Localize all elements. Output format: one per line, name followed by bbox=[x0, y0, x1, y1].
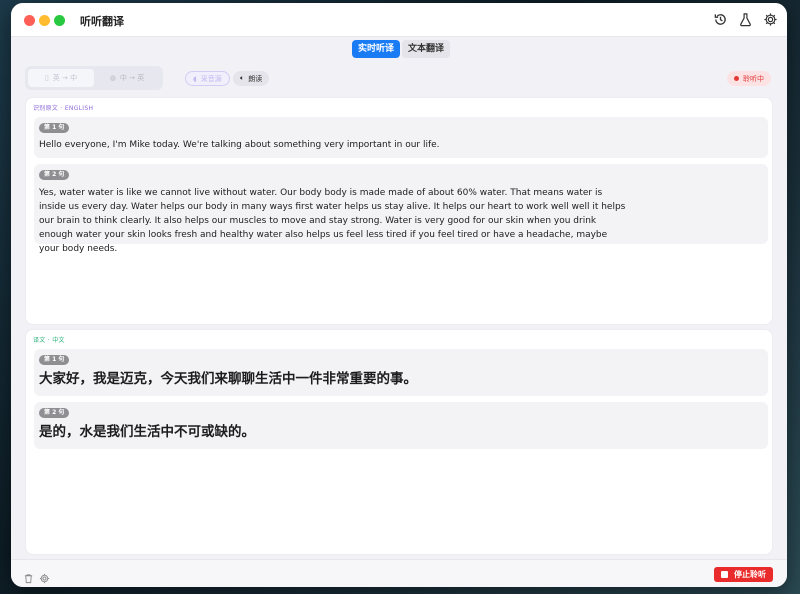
listening-status-badge: 聆听中 bbox=[727, 71, 771, 86]
lang-option-en-zh[interactable]: ▯ 英 → 中 bbox=[28, 69, 94, 87]
sentence-badge: 第 1 句 bbox=[39, 123, 70, 133]
minimize-window-button[interactable] bbox=[39, 15, 50, 26]
capture-source-button[interactable]: ◖ 采音源 bbox=[185, 71, 230, 86]
close-window-button[interactable] bbox=[24, 15, 35, 26]
lang-option-zh-en[interactable]: ◍ 中 → 英 bbox=[94, 69, 160, 87]
recording-dot-icon bbox=[734, 76, 739, 81]
source-sentence: 第 2 句 Yes, water water is like we cannot… bbox=[34, 164, 768, 254]
mode-tabs: 实时听译 文本翻译 bbox=[352, 40, 451, 58]
mic-icon: ◖ bbox=[193, 74, 197, 83]
zoom-window-button[interactable] bbox=[54, 15, 65, 26]
language-direction-toggle: ▯ 英 → 中 ◍ 中 → 英 bbox=[25, 66, 163, 90]
translation-sentence-text: 是的，水是我们生活中不可或缺的。 bbox=[39, 424, 255, 440]
control-bar: ▯ 英 → 中 ◍ 中 → 英 ◖ 采音源 🔈︎ 朗读 聆听中 bbox=[25, 66, 787, 94]
read-aloud-button[interactable]: 🔈︎ 朗读 bbox=[233, 71, 270, 86]
stop-icon bbox=[721, 571, 728, 578]
bottom-bar: 停止聆听 bbox=[11, 559, 787, 587]
title-bar: 听听翻译 bbox=[11, 3, 787, 37]
translation-sentence: 第 2 句 是的，水是我们生活中不可或缺的。 bbox=[34, 402, 768, 449]
app-title: 听听翻译 bbox=[80, 15, 124, 28]
source-panel-label: 识别原文 · ENGLISH bbox=[33, 105, 94, 112]
tab-realtime[interactable]: 实时听译 bbox=[352, 40, 401, 58]
settings-icon[interactable] bbox=[39, 569, 50, 584]
sentence-badge: 第 1 句 bbox=[39, 355, 70, 365]
flask-icon[interactable] bbox=[737, 11, 754, 28]
speaker-icon: 🔈︎ bbox=[240, 74, 245, 82]
history-icon[interactable] bbox=[712, 11, 729, 28]
lang-option-label: 中 → 英 bbox=[119, 74, 145, 82]
translation-sentence: 第 1 句 大家好，我是迈克，今天我们来聊聊生活中一件非常重要的事。 bbox=[34, 349, 768, 396]
trash-icon[interactable] bbox=[23, 569, 34, 584]
capture-source-label: 采音源 bbox=[200, 74, 222, 83]
read-aloud-label: 朗读 bbox=[248, 74, 263, 83]
source-sentence: 第 1 句 Hello everyone, I'm Mike today. We… bbox=[34, 117, 768, 158]
source-sentence-text: Hello everyone, I'm Mike today. We're ta… bbox=[39, 140, 440, 150]
source-sentence-text: Yes, water water is like we cannot live … bbox=[39, 188, 626, 254]
sentence-badge: 第 2 句 bbox=[39, 408, 70, 418]
translation-sentence-text: 大家好，我是迈克，今天我们来聊聊生活中一件非常重要的事。 bbox=[39, 371, 417, 387]
globe-icon: ◍ bbox=[109, 74, 116, 82]
gear-icon[interactable] bbox=[762, 11, 779, 28]
tab-text-translate[interactable]: 文本翻译 bbox=[402, 40, 451, 58]
translation-panel: 译文 · 中文 第 1 句 大家好，我是迈克，今天我们来聊聊生活中一件非常重要的… bbox=[25, 329, 773, 555]
document-icon: ▯ bbox=[44, 74, 49, 82]
listening-status-label: 聆听中 bbox=[743, 74, 764, 83]
source-text-panel: 识别原文 · ENGLISH 第 1 句 Hello everyone, I'm… bbox=[25, 97, 773, 325]
translation-panel-label: 译文 · 中文 bbox=[33, 337, 65, 344]
lang-option-label: 英 → 中 bbox=[52, 74, 78, 82]
stop-listening-label: 停止聆听 bbox=[734, 570, 766, 579]
sentence-badge: 第 2 句 bbox=[39, 170, 70, 180]
app-window: 听听翻译 实时听译 文本翻译 ▯ 英 → 中 ◍ 中 → 英 ◖ 采音源 🔈︎ … bbox=[11, 3, 787, 587]
top-toolbar bbox=[712, 11, 779, 28]
stop-listening-button[interactable]: 停止聆听 bbox=[714, 567, 773, 582]
